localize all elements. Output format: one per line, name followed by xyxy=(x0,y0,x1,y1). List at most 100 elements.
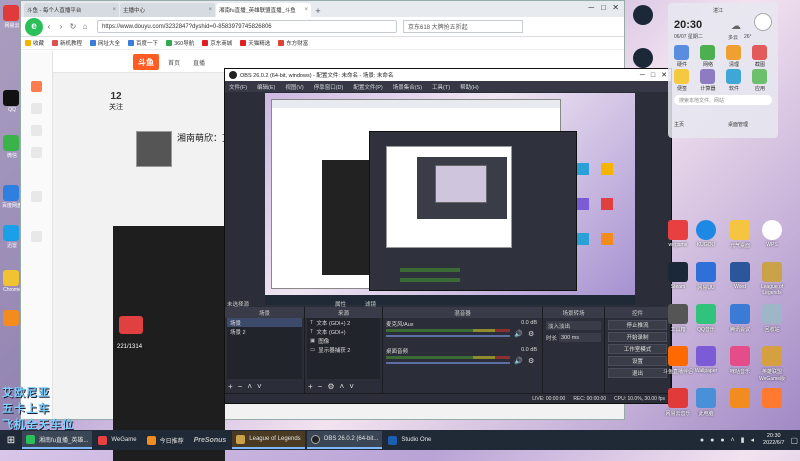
settings-button[interactable]: 设置 xyxy=(608,356,667,366)
steam-icon[interactable] xyxy=(633,48,653,68)
exit-button[interactable]: 退出 xyxy=(608,368,667,378)
taskbar-item[interactable]: WeGame xyxy=(94,431,140,449)
maximize-icon[interactable]: □ xyxy=(601,3,606,12)
note-icon[interactable] xyxy=(674,69,689,84)
uu-icon[interactable] xyxy=(696,262,716,282)
scene-item[interactable]: 场景 xyxy=(227,318,302,327)
gear-icon[interactable]: ⚙ xyxy=(528,330,534,338)
app-icon[interactable] xyxy=(762,388,782,408)
sidebar-icon[interactable] xyxy=(31,231,42,242)
refresh-icon[interactable]: ↻ xyxy=(67,21,79,33)
sidebar-icon[interactable] xyxy=(31,147,42,158)
lol-wegame-icon[interactable] xyxy=(762,346,782,366)
meeting-icon[interactable] xyxy=(730,304,750,324)
qq-icon[interactable] xyxy=(3,90,19,106)
remove-icon[interactable]: − xyxy=(238,382,243,391)
stop-streaming-button[interactable]: 停止推流 xyxy=(608,320,667,330)
forward-icon[interactable]: › xyxy=(55,21,67,33)
menu-edit[interactable]: 编辑(E) xyxy=(257,83,275,91)
close-icon[interactable]: × xyxy=(208,7,212,13)
hardware-icon[interactable] xyxy=(674,45,689,60)
notification-icon[interactable]: ▢ xyxy=(790,436,798,445)
nav-home[interactable]: 首页 xyxy=(168,58,180,67)
thunder-icon[interactable] xyxy=(3,225,19,241)
steam-icon[interactable] xyxy=(633,5,653,25)
douyu-logo[interactable]: 斗鱼 xyxy=(133,54,159,70)
recycle-bin-icon[interactable] xyxy=(762,304,782,324)
menu-file[interactable]: 文件(F) xyxy=(229,83,247,91)
volume-icon[interactable]: ◂ xyxy=(751,436,755,444)
scene-item[interactable]: 场景 2 xyxy=(227,327,302,336)
remove-icon[interactable]: − xyxy=(318,382,323,391)
bookmark[interactable]: 东方财富 xyxy=(278,39,308,47)
chrome-icon[interactable] xyxy=(3,270,19,286)
nav-live[interactable]: 直播 xyxy=(193,58,205,67)
word-icon[interactable] xyxy=(730,262,750,282)
netease-music-icon[interactable] xyxy=(3,5,19,21)
taskbar-item[interactable]: Studio One xyxy=(384,431,435,449)
network-icon[interactable]: ▮ xyxy=(741,436,745,444)
chevron-up-icon[interactable]: ˄ xyxy=(731,437,735,444)
migu-icon[interactable] xyxy=(730,346,750,366)
close-window-icon[interactable]: ✕ xyxy=(612,3,619,12)
source-item[interactable]: T 文本 (GDI+) xyxy=(307,327,380,336)
minimize-icon[interactable]: ─ xyxy=(640,72,645,79)
start-recording-button[interactable]: 开始录制 xyxy=(608,332,667,342)
minimize-icon[interactable]: ─ xyxy=(588,3,594,12)
duration-input[interactable]: 300 ms xyxy=(559,333,601,342)
close-icon[interactable]: × xyxy=(304,7,308,13)
bookmark[interactable]: 网址大全 xyxy=(90,39,120,47)
menu-docks[interactable]: 停靠窗口(D) xyxy=(314,83,344,91)
app-icon[interactable] xyxy=(730,388,750,408)
qqmusic-icon[interactable] xyxy=(696,304,716,324)
transition-select[interactable]: 淡入淡出 xyxy=(546,321,601,330)
sidebar-icon[interactable] xyxy=(31,125,42,136)
maximize-icon[interactable]: □ xyxy=(651,72,655,79)
volume-slider[interactable] xyxy=(386,362,510,364)
url-input[interactable]: https://www.douyu.com/3232847?dyshid=0-8… xyxy=(97,20,397,33)
start-button[interactable]: ⊞ xyxy=(0,430,22,450)
browser-tab[interactable]: 斗鱼 - 每个人直播平台 × xyxy=(24,3,119,17)
taskbar-item[interactable]: 湘南fu直播_英雄... xyxy=(22,431,93,449)
back-icon[interactable]: ‹ xyxy=(43,21,55,33)
gear-icon[interactable]: ⚙ xyxy=(528,357,534,365)
bookmark[interactable]: 收藏 xyxy=(25,39,44,47)
sidebar-icon[interactable] xyxy=(31,81,42,92)
tray-icon[interactable]: ● xyxy=(720,437,724,444)
sidebar-icon[interactable] xyxy=(31,103,42,114)
avatar[interactable] xyxy=(754,13,772,31)
bookmark[interactable]: 新机教程 xyxy=(52,39,82,47)
avatar[interactable] xyxy=(136,131,172,167)
studio-mode-button[interactable]: 工作室模式 xyxy=(608,344,667,354)
clean-icon[interactable] xyxy=(726,45,741,60)
source-item[interactable]: ▣ 图像 xyxy=(307,336,380,345)
move-down-icon[interactable]: ˅ xyxy=(349,382,354,391)
menu-help[interactable]: 帮助(H) xyxy=(460,83,479,91)
menu-view[interactable]: 视图(V) xyxy=(285,83,303,91)
browser-search-input[interactable]: 京东618 大牌抢五折起 xyxy=(403,20,523,33)
browser-tab[interactable]: 主播中心 × xyxy=(120,3,215,17)
move-up-icon[interactable]: ˄ xyxy=(340,382,345,391)
add-icon[interactable]: + xyxy=(308,382,313,391)
new-tab-button[interactable]: + xyxy=(312,5,324,17)
bookmark[interactable]: 天猫精选 xyxy=(240,39,270,47)
bookmark[interactable]: 京东商城 xyxy=(202,39,232,47)
baidu-netdisk-icon[interactable] xyxy=(3,185,19,201)
taskbar-item[interactable]: 今日推荐 xyxy=(143,431,188,449)
taskbar-item[interactable]: League of Legends xyxy=(232,431,305,449)
home-icon[interactable]: ⌂ xyxy=(79,21,91,33)
bookmark[interactable]: 360导航 xyxy=(166,39,194,47)
software-icon[interactable] xyxy=(726,69,741,84)
taskbar-item[interactable]: OBS 26.0.2 (64-bit... xyxy=(306,431,383,449)
calculator-icon[interactable] xyxy=(700,69,715,84)
network-icon[interactable] xyxy=(700,45,715,60)
this-pc-icon[interactable] xyxy=(696,388,716,408)
steam-icon[interactable] xyxy=(668,262,688,282)
browser-tab-active[interactable]: 湘南fu直播_英雄联盟直播_斗鱼 × xyxy=(216,3,311,17)
speaker-icon[interactable]: 🔊 xyxy=(514,357,523,365)
add-icon[interactable]: + xyxy=(228,382,233,391)
video-player[interactable]: 221/1314 xyxy=(113,226,225,461)
bookmark[interactable]: 百度一下 xyxy=(128,39,158,47)
taskbar-clock[interactable]: 20:30 2022/6/7 xyxy=(763,433,784,447)
lol-icon[interactable] xyxy=(762,262,782,282)
